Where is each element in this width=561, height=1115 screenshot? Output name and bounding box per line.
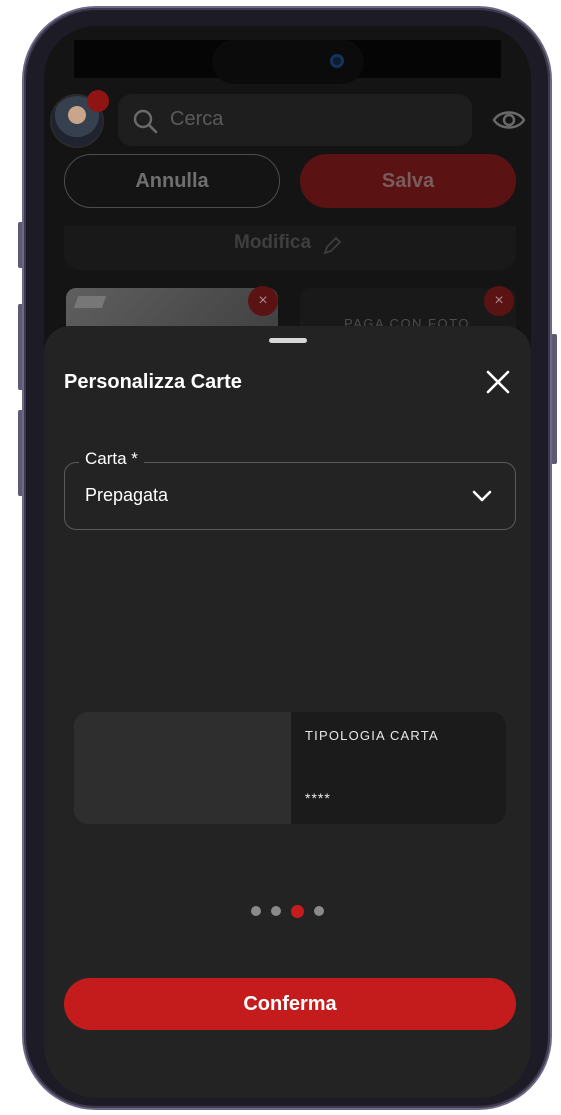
search-input[interactable]: Cerca — [118, 94, 472, 146]
pagination-dot[interactable] — [314, 906, 324, 916]
remove-card-button[interactable]: × — [248, 286, 278, 316]
bank-logo-icon — [73, 296, 107, 308]
card-select-value: Prepagata — [85, 485, 169, 505]
sheet-title: Personalizza Carte — [64, 371, 242, 393]
edit-label[interactable]: Modifica — [234, 232, 311, 254]
pagination-dot[interactable] — [251, 906, 261, 916]
sheet-grabber[interactable] — [269, 338, 307, 343]
card-select[interactable]: Carta * Prepagata — [64, 449, 516, 530]
search-icon — [133, 109, 158, 134]
cancel-button[interactable]: Annulla — [64, 154, 280, 208]
chevron-down-icon — [472, 490, 492, 502]
card-preview-info: TIPOLOGIA CARTA **** — [291, 712, 506, 824]
power-button — [551, 334, 557, 464]
edit-row: Modifica — [64, 226, 516, 270]
card-select-label: Carta * — [79, 449, 144, 469]
save-button[interactable]: Salva — [300, 154, 516, 208]
card-type-label: TIPOLOGIA CARTA — [305, 728, 439, 743]
bottom-sheet: Personalizza Carte Carta * Prepagata TIP… — [44, 326, 531, 1098]
camera-icon — [330, 54, 344, 68]
card-masked-number: **** — [305, 790, 331, 806]
pencil-icon[interactable] — [322, 236, 342, 256]
search-placeholder: Cerca — [170, 108, 224, 130]
confirm-button[interactable]: Conferma — [64, 978, 516, 1030]
close-icon[interactable] — [484, 368, 512, 396]
phone-screen: Cerca Annulla Salva Modifica × PAGA CON — [44, 26, 531, 1098]
notification-badge — [87, 90, 109, 112]
remove-card-button[interactable]: × — [484, 286, 514, 316]
eye-icon[interactable] — [492, 106, 526, 134]
phone-mockup: Cerca Annulla Salva Modifica × PAGA CON — [0, 0, 561, 1115]
pagination-dot-active[interactable] — [291, 904, 304, 918]
card-preview[interactable]: TIPOLOGIA CARTA **** — [74, 712, 506, 824]
carousel-pagination — [251, 904, 324, 918]
pagination-dot[interactable] — [271, 906, 281, 916]
